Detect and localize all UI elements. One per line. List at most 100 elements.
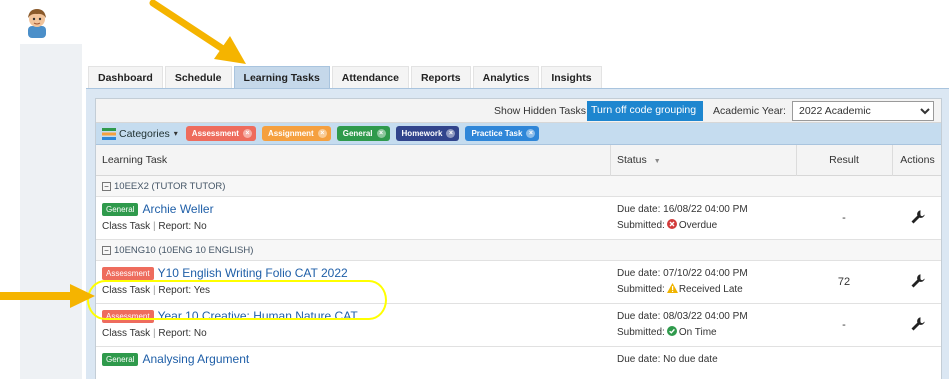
remove-chip-icon[interactable]: × <box>376 129 386 138</box>
category-chip-assignment[interactable]: Assignment × <box>261 126 331 141</box>
task-meta: Class Task | Report: No <box>102 221 214 232</box>
chevron-down-icon <box>920 108 930 115</box>
submitted-label: Submitted: <box>617 284 665 295</box>
due-date: Due date: No due date <box>617 354 718 365</box>
arrow-to-learning-tasks-icon <box>149 0 246 64</box>
chip-label: Homework <box>401 129 443 138</box>
yellow-highlight-ellipse <box>87 280 387 320</box>
warning-icon <box>666 283 678 293</box>
submitted-label: Submitted: <box>617 220 665 231</box>
submission-status: Submitted: Overdue <box>617 218 748 234</box>
grid-toolbar: Show Hidden Tasks Turn off code grouping… <box>96 99 941 123</box>
column-divider <box>610 145 611 176</box>
wrench-icon[interactable] <box>892 209 941 229</box>
tab-dashboard[interactable]: Dashboard <box>88 66 163 88</box>
academic-year-select[interactable]: 2022 Academic <box>792 101 934 121</box>
category-chips: Assessment × Assignment × General × Homework × P… <box>185 126 546 141</box>
tab-learning-tasks[interactable]: Learning Tasks <box>233 66 330 88</box>
tasks-grid: Show Hidden Tasks Turn off code grouping… <box>95 98 942 379</box>
group-row[interactable]: −10EEX2 (TUTOR TUTOR) <box>96 176 941 197</box>
class-task-label: Class Task <box>102 328 151 339</box>
class-task-label: Class Task <box>102 221 151 232</box>
categories-dropdown-icon[interactable]: ▾ <box>174 129 178 138</box>
category-badge: General <box>102 352 139 366</box>
status-cell: Due date: 16/08/22 04:00 PM Submitted: Ove… <box>617 202 748 234</box>
meta-separator: | <box>152 221 156 232</box>
show-hidden-tasks-link[interactable]: Show Hidden Tasks <box>494 105 586 117</box>
tab-attendance[interactable]: Attendance <box>331 66 409 88</box>
group-name: 10ENG10 (10ENG 10 ENGLISH) <box>114 245 254 256</box>
tab-bar: Dashboard Schedule Learning Tasks Attend… <box>88 66 604 88</box>
chip-label: Practice Task <box>471 129 523 138</box>
categories-icon <box>102 127 116 140</box>
column-result[interactable]: Result <box>796 145 892 176</box>
result-value: - <box>842 212 846 224</box>
code-grouping-button[interactable]: Turn off code grouping <box>587 101 703 121</box>
tab-schedule[interactable]: Schedule <box>164 66 232 88</box>
chip-label: General <box>342 129 373 138</box>
remove-chip-icon[interactable]: × <box>317 129 327 138</box>
result-value <box>796 347 892 379</box>
learning-tasks-panel: Show Hidden Tasks Turn off code grouping… <box>86 88 949 379</box>
category-chip-assessment[interactable]: Assessment × <box>185 126 256 141</box>
chip-label: Assignment <box>267 129 314 138</box>
remove-chip-icon[interactable]: × <box>242 129 252 138</box>
sort-icon[interactable]: ▼ <box>654 158 661 165</box>
submitted-status: Received Late <box>678 284 743 295</box>
task-meta: Class Task | Report: No <box>102 328 358 339</box>
tab-analytics[interactable]: Analytics <box>472 66 540 88</box>
column-headers: Learning Task Status ▼ Result Actions <box>96 145 941 176</box>
result-value: 72 <box>837 276 851 288</box>
column-learning-task[interactable]: Learning Task <box>102 145 167 176</box>
category-badge: General <box>102 202 139 216</box>
task-title-link[interactable]: Analysing Argument <box>142 352 249 366</box>
category-badge: Assessment <box>102 266 154 280</box>
due-date: Due date: 16/08/22 04:00 PM <box>617 204 748 215</box>
due-date: Due date: 07/10/22 04:00 PM <box>617 268 748 279</box>
task-cell: General Analysing Argument <box>102 352 249 371</box>
check-circle-icon <box>666 326 677 336</box>
submission-status: Submitted: On Time <box>617 325 748 341</box>
wrench-icon[interactable] <box>892 316 941 336</box>
meta-separator: | <box>152 328 156 339</box>
status-cell: Due date: No due date <box>617 352 718 368</box>
group-row[interactable]: −10ENG10 (10ENG 10 ENGLISH) <box>96 240 941 261</box>
column-status[interactable]: Status ▼ <box>617 145 661 176</box>
task-title-link[interactable]: Y10 English Writing Folio CAT 2022 <box>158 266 348 280</box>
group-name: 10EEX2 (TUTOR TUTOR) <box>114 181 226 192</box>
due-date: Due date: 08/03/22 04:00 PM <box>617 311 748 322</box>
screen: Dashboard Schedule Learning Tasks Attend… <box>0 0 949 379</box>
x-circle-icon <box>666 219 677 229</box>
submitted-label: Submitted: <box>617 327 665 338</box>
task-row: General Archie Weller Class Task | Report:… <box>96 197 941 240</box>
academic-year-value: 2022 Academic <box>799 105 871 117</box>
chip-label: Assessment <box>191 129 239 138</box>
tab-reports[interactable]: Reports <box>410 66 471 88</box>
submitted-status: On Time <box>678 327 717 338</box>
report-flag: Report: No <box>158 221 207 232</box>
side-strip <box>20 44 82 379</box>
task-row: General Analysing Argument Due date: No d… <box>96 347 941 379</box>
column-status-label: Status <box>617 154 647 166</box>
report-flag: Report: No <box>158 328 207 339</box>
task-rows: −10EEX2 (TUTOR TUTOR) General Archie Welle… <box>96 176 941 379</box>
avatar[interactable] <box>22 6 52 38</box>
categories-label[interactable]: Categories <box>119 128 170 140</box>
collapse-icon[interactable]: − <box>102 245 111 255</box>
category-chip-general[interactable]: General × <box>336 126 390 141</box>
category-chip-practice-task[interactable]: Practice Task × <box>465 126 540 141</box>
remove-chip-icon[interactable]: × <box>526 129 536 138</box>
status-cell: Due date: 08/03/22 04:00 PM Submitted: On … <box>617 309 748 341</box>
category-chip-homework[interactable]: Homework × <box>395 126 460 141</box>
status-cell: Due date: 07/10/22 04:00 PM Submitted: Rec… <box>617 266 748 298</box>
academic-year-label: Academic Year: <box>713 105 786 117</box>
collapse-icon[interactable]: − <box>102 181 111 191</box>
task-cell: General Archie Weller Class Task | Report:… <box>102 202 214 232</box>
tab-insights[interactable]: Insights <box>541 66 602 88</box>
submission-status: Submitted: Received Late <box>617 282 748 298</box>
wrench-icon[interactable] <box>892 273 941 293</box>
submitted-status: Overdue <box>678 220 718 231</box>
task-title-link[interactable]: Archie Weller <box>142 202 213 216</box>
result-value: - <box>842 319 846 331</box>
remove-chip-icon[interactable]: × <box>446 129 456 138</box>
